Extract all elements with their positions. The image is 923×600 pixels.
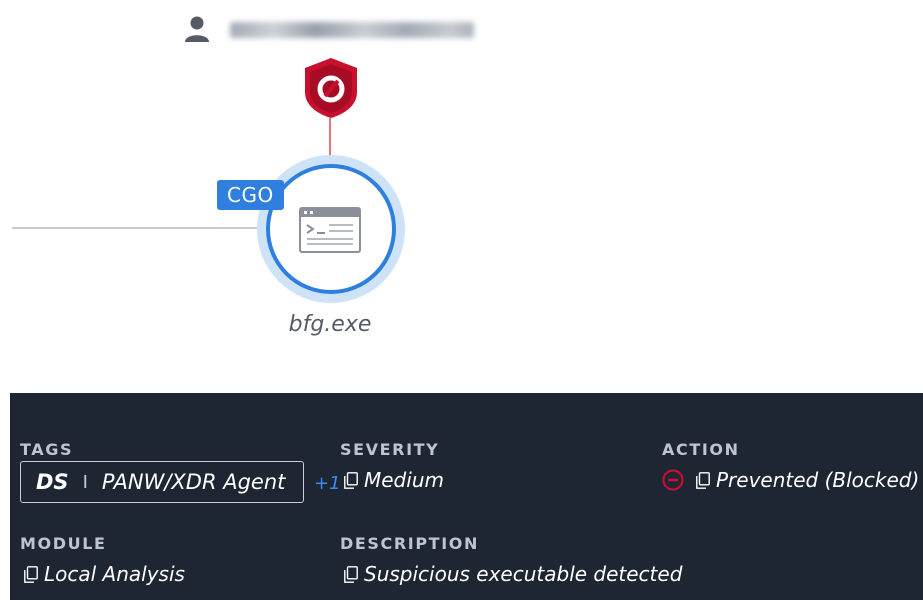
- tag-chip[interactable]: DS I PANW/XDR Agent: [20, 461, 304, 503]
- module-label: MODULE: [20, 534, 107, 553]
- description-text: Suspicious executable detected: [364, 562, 683, 586]
- copy-icon[interactable]: [344, 566, 358, 583]
- tag-prefix: DS: [36, 470, 69, 494]
- tag-value: PANW/XDR Agent: [101, 470, 286, 494]
- copy-icon[interactable]: [24, 566, 38, 583]
- action-label: ACTION: [662, 440, 740, 459]
- description-label: DESCRIPTION: [340, 534, 479, 553]
- severity-value[interactable]: Medium: [344, 468, 444, 492]
- more-tags-link[interactable]: +1: [314, 473, 341, 494]
- username-redacted: [230, 22, 474, 38]
- module-value[interactable]: Local Analysis: [24, 562, 185, 586]
- module-text: Local Analysis: [44, 562, 185, 586]
- parent-link: [12, 227, 272, 229]
- severity-text: Medium: [364, 468, 444, 492]
- cgo-badge: CGO: [217, 180, 284, 210]
- action-value[interactable]: Prevented (Blocked): [662, 468, 919, 492]
- causality-graph: CGO bfg.exe: [0, 0, 923, 393]
- blocked-icon: [662, 469, 684, 491]
- copy-icon[interactable]: [344, 472, 358, 489]
- action-text: Prevented (Blocked): [716, 468, 920, 492]
- alert-details-panel: TAGS DS I PANW/XDR Agent +1 SEVERITY Med…: [10, 393, 923, 600]
- user-icon: [185, 16, 209, 42]
- tags-label: TAGS: [20, 440, 74, 459]
- process-link: [329, 118, 331, 160]
- application-window-icon: [299, 207, 361, 253]
- severity-label: SEVERITY: [340, 440, 440, 459]
- process-name[interactable]: bfg.exe: [230, 312, 430, 337]
- shield-alert-icon[interactable]: [302, 56, 360, 120]
- tag-separator: I: [82, 471, 88, 493]
- copy-icon[interactable]: [696, 472, 710, 489]
- description-value[interactable]: Suspicious executable detected: [344, 562, 682, 586]
